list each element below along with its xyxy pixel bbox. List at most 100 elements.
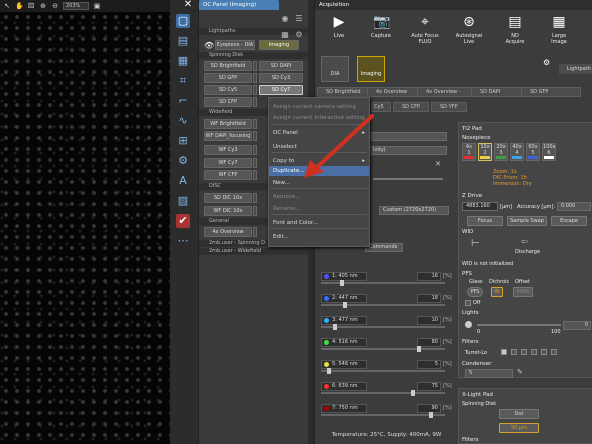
turret-filter-slot[interactable] <box>501 349 507 355</box>
arrow-tool-icon[interactable]: ↖ <box>3 2 11 10</box>
slider-knob[interactable] <box>333 324 337 330</box>
user-row-2[interactable]: 2mb.user - Widefield <box>199 248 309 255</box>
live-button[interactable]: ▶ Live <box>319 14 359 52</box>
channel-power-input[interactable]: 5 <box>417 360 441 369</box>
turret-filter-slot[interactable] <box>551 349 557 355</box>
channel-power-slider[interactable] <box>321 302 445 308</box>
zoom-in-icon[interactable]: ⊕ <box>39 2 47 10</box>
sd-cfp-button[interactable]: SD CFP <box>204 97 252 107</box>
channel-power-input[interactable]: 18 <box>417 294 441 303</box>
fit-icon[interactable]: ▣ <box>93 2 101 10</box>
settings-icon[interactable]: ⚙ <box>294 30 304 40</box>
channel-power-slider[interactable] <box>321 412 445 418</box>
zdrive-input[interactable]: 4883.160 <box>462 202 498 211</box>
overview-4x-button[interactable]: 4x Overview <box>204 227 252 237</box>
objective-button[interactable]: 10x 2 <box>478 143 492 161</box>
lights-slider[interactable] <box>477 324 561 326</box>
turret-filter-slot[interactable] <box>521 349 527 355</box>
out-button[interactable]: Out <box>499 409 539 419</box>
hand-tool-icon[interactable]: ✋ <box>15 2 24 10</box>
mode-dia[interactable]: DIA <box>321 56 349 82</box>
off-checkbox[interactable] <box>465 300 471 306</box>
channel-power-input[interactable]: 16 <box>417 272 441 281</box>
preset-sd-yfp[interactable]: SD YFP <box>431 102 467 112</box>
slider-knob[interactable] <box>417 346 421 352</box>
channel-name[interactable]: 3: 477 nm <box>321 316 367 325</box>
turret-filter-slot[interactable] <box>511 349 517 355</box>
sd-gfp-button[interactable]: SD GFP <box>204 73 252 83</box>
sd-dic-10x-button[interactable]: SD DIC 10x <box>204 193 252 203</box>
image-viewer[interactable] <box>0 0 170 444</box>
pinhole-button[interactable]: 50 µm <box>499 423 539 433</box>
objective-button[interactable]: 60x 5 <box>526 143 540 161</box>
condenser-edit-icon[interactable]: ✎ <box>517 368 523 376</box>
condenser-combo[interactable]: 5 <box>465 369 513 378</box>
dichroic-in-button[interactable]: IN <box>491 287 503 297</box>
zoom-out-icon[interactable]: ⊖ <box>51 2 59 10</box>
measure-icon[interactable]: ⊞ <box>176 134 190 148</box>
objective-button[interactable]: 4x 1 <box>462 143 476 161</box>
analysis-icon[interactable]: ⚙ <box>176 154 190 168</box>
grid-view-icon[interactable]: ▦ <box>280 30 290 40</box>
escape-button[interactable]: Escape <box>551 216 587 226</box>
capture-button[interactable]: 📷 Capture <box>361 14 401 52</box>
objective-button[interactable]: 100x 6 <box>542 143 556 161</box>
discharge-icon[interactable]: ⇦ <box>521 237 528 246</box>
commands-combo[interactable]: Commands <box>365 243 403 252</box>
lights-value[interactable]: 0 <box>563 321 591 330</box>
channel-power-slider[interactable] <box>321 324 445 330</box>
zoom-combo[interactable]: 203% <box>63 2 89 10</box>
context-menu-item[interactable]: Edit... <box>269 232 369 242</box>
annotate-icon[interactable]: ▧ <box>176 194 190 208</box>
slider-knob[interactable] <box>411 390 415 396</box>
wf-cy7-button[interactable]: WF Cy7 <box>204 158 252 168</box>
list-icon[interactable]: ☰ <box>294 14 304 24</box>
context-menu-item[interactable]: Font and Color... <box>269 218 369 228</box>
channel-name[interactable]: 4: 516 nm <box>321 338 367 347</box>
sd-cy3-button[interactable]: SD Cy3 <box>259 73 303 83</box>
crop-icon[interactable]: ⌗ <box>176 74 190 88</box>
lights-toggle[interactable] <box>465 321 472 328</box>
pfs-button[interactable]: PFS <box>467 287 483 297</box>
sd-brightfield-button[interactable]: SD Brightfield <box>204 61 252 71</box>
large-image-button[interactable]: ▦ Large Image <box>539 14 579 52</box>
objective-button[interactable]: 20x 3 <box>494 143 508 161</box>
gear-icon[interactable]: ⚙ <box>543 58 550 67</box>
channel-power-slider[interactable] <box>321 390 445 396</box>
lightpath-button[interactable]: Lightpath <box>559 64 592 74</box>
focus-button[interactable]: Focus <box>467 216 503 226</box>
turret-filter-slot[interactable] <box>541 349 547 355</box>
eyepiece-dia-button[interactable]: Eyepiece - DIA <box>215 40 255 50</box>
offset-button[interactable]: 8000 <box>513 287 533 297</box>
preset-cy5[interactable]: Cy5 <box>371 102 391 112</box>
objective-button[interactable]: 40x 4 <box>510 143 524 161</box>
accuracy-combo[interactable]: 0.000 <box>557 202 591 211</box>
channel-name[interactable]: 7: 750 nm <box>321 404 367 413</box>
discharge-label[interactable]: Discharge <box>515 249 540 255</box>
autofocus-button[interactable]: ⌖ Auto Focus FLUO <box>405 14 445 52</box>
oc-panel-tab[interactable]: OC Panel (Imaging) <box>199 0 279 10</box>
slider-knob[interactable] <box>429 412 433 418</box>
autosignal-button[interactable]: ⊛ Autosignal Live <box>449 14 489 52</box>
text-tool-icon[interactable]: A <box>176 174 190 188</box>
eye-toggle-icon[interactable]: ◉ <box>280 14 290 24</box>
mode-imaging[interactable]: Imaging <box>357 56 385 82</box>
channel-power-input[interactable]: 10 <box>417 316 441 325</box>
sd-cy5-button[interactable]: SD Cy5 <box>204 85 252 95</box>
sd-dapi-button[interactable]: SD DAPI <box>259 61 303 71</box>
channel-power-slider[interactable] <box>321 346 445 352</box>
sd-cy7-button[interactable]: SD Cy7 <box>259 85 303 95</box>
wid-icon[interactable]: ⊢ <box>471 238 480 249</box>
slider-knob[interactable] <box>340 280 345 286</box>
exposure-slider[interactable] <box>373 178 443 180</box>
layout-icon[interactable]: ▤ <box>176 34 190 48</box>
wf-cfp-button[interactable]: WF CFP <box>204 170 252 180</box>
wave-icon[interactable]: ∿ <box>176 114 190 128</box>
channel-name[interactable]: 6: 639 nm <box>321 382 367 391</box>
preset-4x-overview-2[interactable]: 4x Overview - <box>417 87 477 97</box>
checkmark-icon[interactable]: ✔ <box>176 214 190 228</box>
nd-acquire-button[interactable]: ▤ ND Acquire <box>495 14 535 52</box>
grid-icon[interactable]: ▦ <box>176 54 190 68</box>
close-icon[interactable]: ✕ <box>183 0 193 10</box>
slider-knob[interactable] <box>342 302 347 308</box>
